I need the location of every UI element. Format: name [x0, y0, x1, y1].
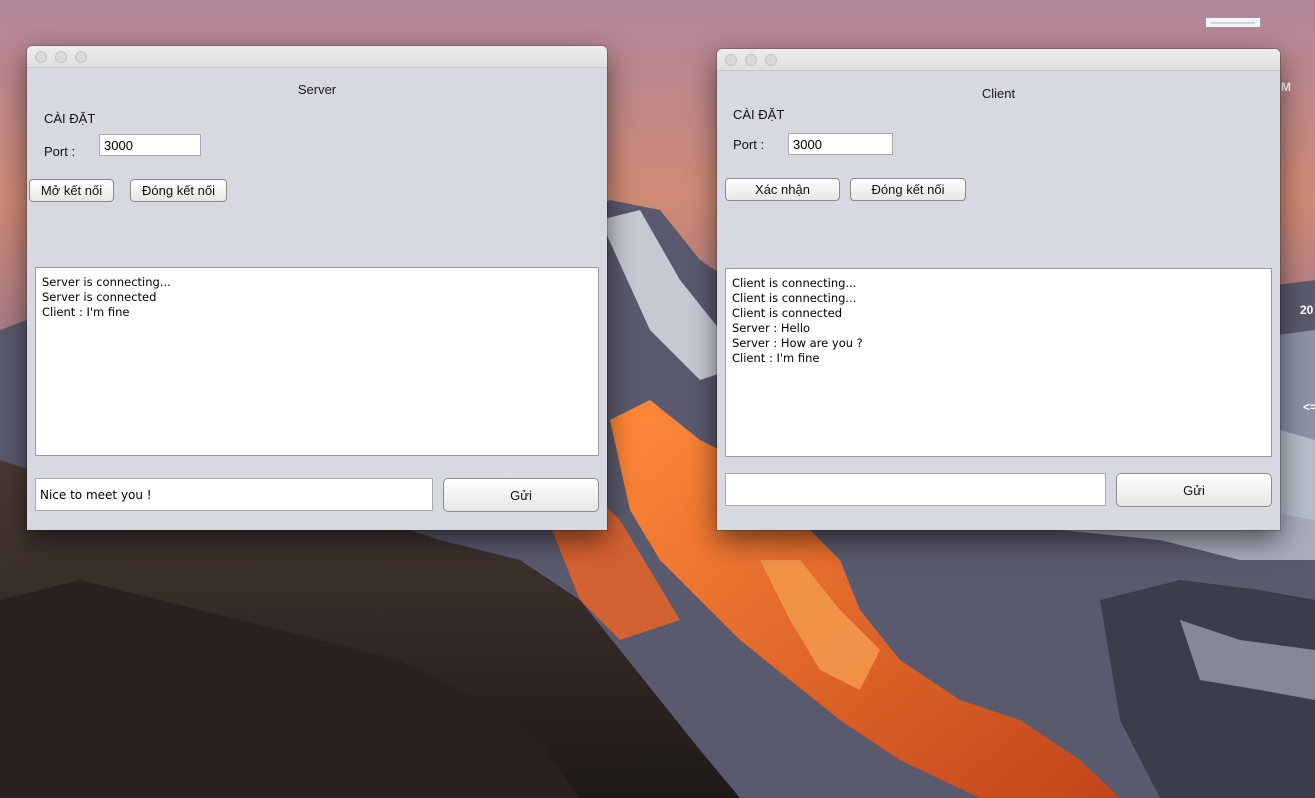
- server-titlebar[interactable]: [27, 46, 607, 68]
- log-line: Server is connected: [42, 290, 157, 304]
- close-window-icon[interactable]: [35, 51, 47, 63]
- edge-text-1: M: [1281, 80, 1291, 94]
- log-line: Client : I'm fine: [42, 305, 130, 319]
- server-close-connection-button[interactable]: Đóng kết nối: [130, 179, 227, 202]
- client-settings-label: CÀI ĐẶT: [733, 107, 785, 122]
- client-port-input[interactable]: [788, 133, 893, 155]
- client-titlebar[interactable]: [717, 49, 1280, 71]
- minimize-window-icon[interactable]: [55, 51, 67, 63]
- confirm-button[interactable]: Xác nhận: [725, 178, 840, 201]
- server-window-title: Server: [297, 82, 337, 97]
- client-send-button[interactable]: Gửi: [1116, 473, 1272, 507]
- log-line: Server is connecting...: [42, 275, 171, 289]
- server-log-area[interactable]: Server is connecting... Server is connec…: [35, 267, 599, 456]
- server-port-label: Port :: [44, 144, 76, 159]
- log-line: Client is connecting...: [732, 276, 857, 290]
- menubar-status-widget[interactable]: [1205, 17, 1261, 28]
- client-close-connection-button[interactable]: Đóng kết nối: [850, 178, 966, 201]
- server-port-input[interactable]: [99, 134, 201, 156]
- zoom-window-icon[interactable]: [765, 54, 777, 66]
- client-window: Client CÀI ĐẶT Port : Xác nhận Đóng kết …: [717, 49, 1280, 530]
- client-port-label: Port :: [733, 137, 765, 152]
- server-window: Server CÀI ĐẶT Port : Mở kết nối Đóng kế…: [27, 46, 607, 530]
- server-message-input[interactable]: [35, 478, 433, 511]
- log-line: Client : I'm fine: [732, 351, 820, 365]
- close-window-icon[interactable]: [725, 54, 737, 66]
- zoom-window-icon[interactable]: [75, 51, 87, 63]
- log-line: Client is connected: [732, 306, 843, 320]
- edge-text-2: 20: [1300, 303, 1314, 317]
- log-line: Client is connecting...: [732, 291, 857, 305]
- server-send-button[interactable]: Gửi: [443, 478, 599, 512]
- client-message-input[interactable]: [725, 473, 1106, 506]
- minimize-window-icon[interactable]: [745, 54, 757, 66]
- edge-text-3: <=: [1303, 400, 1315, 414]
- log-line: Server : Hello: [732, 321, 811, 335]
- server-settings-label: CÀI ĐẶT: [44, 111, 96, 126]
- client-log-area[interactable]: Client is connecting... Client is connec…: [725, 268, 1272, 457]
- client-window-title: Client: [981, 86, 1016, 101]
- open-connection-button[interactable]: Mở kết nối: [29, 179, 114, 202]
- log-line: Server : How are you ?: [732, 336, 863, 350]
